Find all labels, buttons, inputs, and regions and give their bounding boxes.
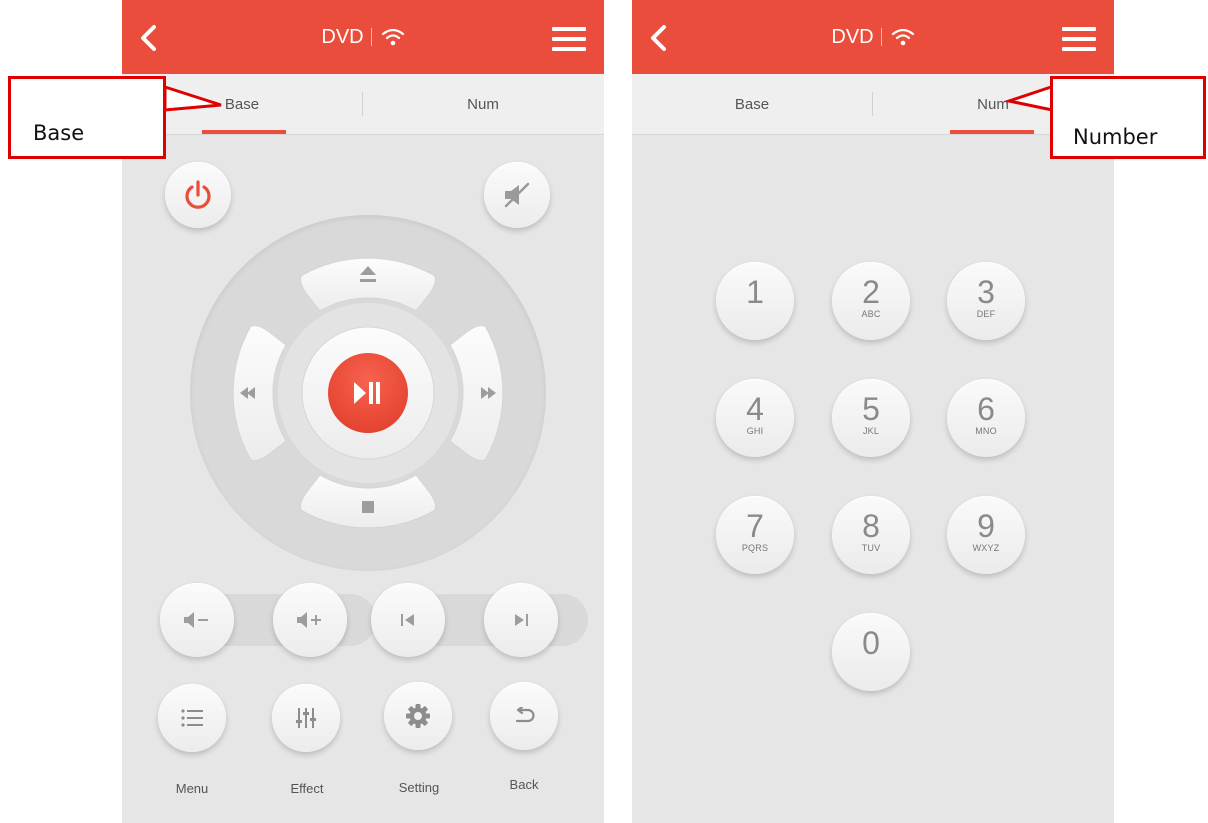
app-header: DVD — [632, 0, 1114, 74]
key-1[interactable]: 1 — [716, 262, 794, 340]
key-3[interactable]: 3 DEF — [947, 262, 1025, 340]
previous-track-icon — [401, 614, 414, 626]
header-title-group: DVD — [122, 0, 604, 74]
key-letters: WXYZ — [972, 543, 1000, 553]
callout-base-text: Base — [33, 121, 85, 145]
key-digit: 0 — [862, 625, 880, 661]
volume-down-button[interactable] — [160, 583, 234, 657]
key-digit: 2 — [862, 274, 880, 310]
key-2[interactable]: 2 ABC — [832, 262, 910, 340]
key-6[interactable]: 6 MNO — [947, 379, 1025, 457]
key-letters: MNO — [975, 426, 997, 436]
tab-num[interactable]: Num — [363, 74, 603, 134]
key-9[interactable]: 9 WXYZ — [947, 496, 1025, 574]
header-title-group: DVD — [632, 0, 1114, 74]
return-icon — [515, 707, 535, 723]
app-header: DVD — [122, 0, 604, 74]
hamburger-menu-icon[interactable] — [552, 26, 586, 52]
hamburger-menu-icon[interactable] — [1062, 26, 1096, 52]
key-digit: 1 — [746, 274, 764, 310]
key-letters: ABC — [861, 309, 881, 319]
key-7[interactable]: 7 PQRS — [716, 496, 794, 574]
volume-up-icon — [297, 612, 321, 628]
title-divider — [370, 28, 372, 46]
mute-icon — [504, 182, 530, 208]
next-track-button[interactable] — [484, 583, 558, 657]
title-divider — [880, 28, 882, 46]
back-label: Back — [509, 777, 539, 792]
active-tab-indicator — [202, 130, 286, 134]
key-digit: 6 — [977, 391, 995, 427]
play-pause-button[interactable] — [328, 353, 408, 433]
key-digit: 8 — [862, 508, 880, 544]
setting-label: Setting — [398, 780, 440, 795]
dpad — [232, 257, 504, 529]
menu-button[interactable] — [158, 684, 226, 752]
key-letters: GHI — [746, 426, 764, 436]
key-5[interactable]: 5 JKL — [832, 379, 910, 457]
previous-track-button[interactable] — [371, 583, 445, 657]
next-track-icon — [515, 614, 528, 626]
power-icon — [185, 180, 211, 209]
key-digit: 3 — [977, 274, 995, 310]
key-letters: DEF — [976, 309, 996, 319]
stop-icon — [362, 501, 374, 513]
wifi-icon — [891, 28, 914, 46]
wifi-icon — [381, 28, 404, 46]
effect-button[interactable] — [272, 684, 340, 752]
gear-icon — [406, 704, 430, 728]
key-8[interactable]: 8 TUV — [832, 496, 910, 574]
effect-label: Effect — [290, 781, 324, 796]
key-digit: 4 — [746, 391, 764, 427]
key-digit: 7 — [746, 508, 764, 544]
device-title: DVD — [831, 25, 874, 48]
active-tab-indicator — [950, 130, 1034, 134]
key-0[interactable]: 0 — [832, 613, 910, 691]
device-title: DVD — [321, 25, 364, 48]
callout-number: Number — [1050, 76, 1206, 159]
setting-button[interactable] — [384, 682, 452, 750]
key-letters: TUV — [861, 543, 881, 553]
key-4[interactable]: 4 GHI — [716, 379, 794, 457]
list-icon — [181, 709, 203, 727]
callout-number-text: Number — [1073, 125, 1158, 149]
volume-up-button[interactable] — [273, 583, 347, 657]
volume-down-icon — [184, 612, 208, 628]
key-letters: PQRS — [741, 543, 769, 553]
tab-base[interactable]: Base — [632, 74, 872, 134]
equalizer-icon — [296, 708, 316, 728]
back-button[interactable] — [490, 682, 558, 750]
callout-base: Base — [8, 76, 166, 159]
menu-label: Menu — [175, 781, 209, 796]
key-letters: JKL — [862, 426, 880, 436]
key-digit: 5 — [862, 391, 880, 427]
key-digit: 9 — [977, 508, 995, 544]
